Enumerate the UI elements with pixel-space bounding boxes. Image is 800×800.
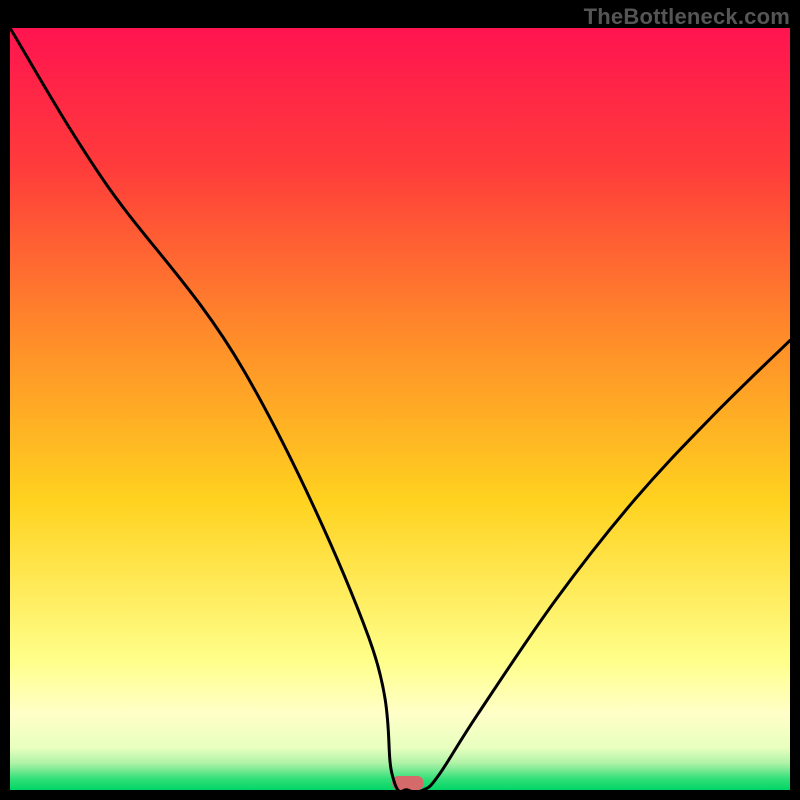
bottleneck-chart xyxy=(10,28,790,790)
chart-frame: TheBottleneck.com xyxy=(0,0,800,800)
plot-area xyxy=(10,28,790,790)
gradient-background xyxy=(10,28,790,790)
attribution-label: TheBottleneck.com xyxy=(584,4,790,30)
